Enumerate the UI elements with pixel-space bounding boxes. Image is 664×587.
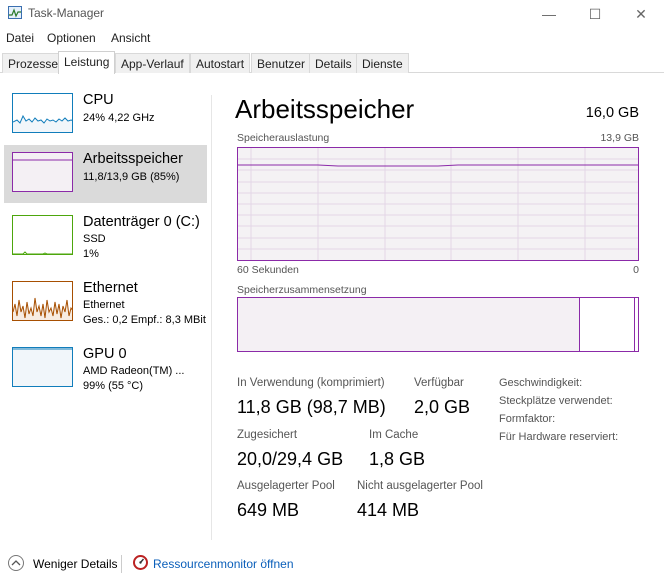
ethernet-title: Ethernet <box>83 280 138 296</box>
footer-divider <box>121 555 122 573</box>
minimize-button[interactable]: — <box>526 0 572 28</box>
chevron-up-icon[interactable] <box>8 555 24 571</box>
menu-datei[interactable]: Datei <box>6 31 34 45</box>
memory-thumbnail-graph <box>12 152 73 192</box>
fewer-details-button[interactable]: Weniger Details <box>33 557 117 571</box>
disk-title: Datenträger 0 (C:) <box>83 214 200 230</box>
title-bar[interactable]: Task-Manager — ☐ ✕ <box>0 0 664 28</box>
tab-benutzer[interactable]: Benutzer <box>251 53 312 73</box>
memory-usage-graph <box>237 147 639 261</box>
memory-summary: 11,8/13,9 GB (85%) <box>83 171 180 183</box>
disk-usage: 1% <box>83 248 99 260</box>
ethernet-adapter: Ethernet <box>83 299 125 311</box>
tab-details[interactable]: Details <box>309 53 358 73</box>
open-resource-monitor-link[interactable]: Ressourcenmonitor öffnen <box>153 557 294 571</box>
sidebar-item-memory[interactable]: Arbeitsspeicher 11,8/13,9 GB (85%) <box>4 145 207 203</box>
graph-time-left: 60 Sekunden <box>237 264 299 276</box>
tab-prozesse[interactable]: Prozesse <box>2 53 65 73</box>
composition-label: Speicherzusammensetzung <box>237 284 367 296</box>
ethernet-throughput: Ges.: 0,2 Empf.: 8,3 MBit <box>83 314 206 326</box>
usage-graph-max: 13,9 GB <box>600 132 639 144</box>
tab-dienste[interactable]: Dienste <box>356 53 409 73</box>
page-title: Arbeitsspeicher <box>235 94 415 124</box>
available-label: Verfügbar <box>414 377 464 389</box>
composition-standby-marker <box>634 298 635 351</box>
spec-hardware-reserved-label: Für Hardware reserviert: <box>499 431 619 443</box>
composition-in-use <box>238 298 580 351</box>
sidebar-item-gpu[interactable]: GPU 0 AMD Radeon(TM) ... 99% (55 °C) <box>4 340 207 398</box>
cpu-title: CPU <box>83 92 114 108</box>
window-title: Task-Manager <box>28 6 105 20</box>
sidebar-item-ethernet[interactable]: Ethernet Ethernet Ges.: 0,2 Empf.: 8,3 M… <box>4 274 207 332</box>
spec-speed-label: Geschwindigkeit: <box>499 377 583 389</box>
sidebar-divider <box>211 95 212 540</box>
gpu-thumbnail-graph <box>12 347 73 387</box>
maximize-button[interactable]: ☐ <box>572 0 618 28</box>
nonpaged-pool-value: 414 MB <box>357 500 420 520</box>
close-button[interactable]: ✕ <box>618 0 664 28</box>
tab-app-verlauf[interactable]: App-Verlauf <box>115 53 190 73</box>
task-manager-icon <box>8 6 22 19</box>
memory-detail-panel: Arbeitsspeicher 16,0 GB Speicherauslastu… <box>235 86 641 546</box>
paged-pool-label: Ausgelagerter Pool <box>237 480 335 492</box>
menu-bar: Datei Optionen Ansicht <box>0 28 664 48</box>
menu-ansicht[interactable]: Ansicht <box>111 31 150 45</box>
committed-value: 20,0/29,4 GB <box>237 449 344 469</box>
spec-form-factor-label: Formfaktor: <box>499 413 556 425</box>
in-use-value: 11,8 GB (98,7 MB) <box>237 397 386 417</box>
tab-autostart[interactable]: Autostart <box>190 53 251 73</box>
tab-leistung[interactable]: Leistung <box>58 51 116 74</box>
menu-optionen[interactable]: Optionen <box>47 31 96 45</box>
sidebar-item-cpu[interactable]: CPU 24% 4,22 GHz <box>4 86 207 144</box>
gpu-model: AMD Radeon(TM) ... <box>83 365 185 377</box>
cached-label: Im Cache <box>369 429 419 441</box>
graph-time-right: 0 <box>633 264 639 276</box>
disk-thumbnail-graph <box>12 215 73 255</box>
resource-monitor-icon[interactable] <box>133 555 148 570</box>
memory-total: 16,0 GB <box>585 105 639 121</box>
paged-pool-value: 649 MB <box>237 500 300 520</box>
sidebar-item-disk[interactable]: Datenträger 0 (C:) SSD 1% <box>4 208 207 266</box>
usage-graph-label: Speicherauslastung <box>237 132 330 144</box>
in-use-label: In Verwendung (komprimiert) <box>237 377 385 389</box>
ethernet-thumbnail-graph <box>12 281 73 321</box>
cached-value: 1,8 GB <box>369 449 426 469</box>
performance-sidebar: CPU 24% 4,22 GHz Arbeitsspeicher 11,8/13… <box>0 86 212 546</box>
footer: Weniger Details Ressourcenmonitor öffnen <box>0 550 664 580</box>
gpu-title: GPU 0 <box>83 346 127 362</box>
nonpaged-pool-label: Nicht ausgelagerter Pool <box>357 480 483 492</box>
committed-label: Zugesichert <box>237 429 298 441</box>
disk-type: SSD <box>83 233 106 245</box>
tab-bar: Prozesse Leistung App-Verlauf Autostart … <box>0 51 664 74</box>
memory-composition-bar <box>237 297 639 352</box>
cpu-thumbnail-graph <box>12 93 73 133</box>
spec-slots-label: Steckplätze verwendet: <box>499 395 613 407</box>
memory-title: Arbeitsspeicher <box>83 151 183 167</box>
memory-usage-line <box>238 164 638 167</box>
gpu-usage: 99% (55 °C) <box>83 380 144 392</box>
available-value: 2,0 GB <box>414 397 471 417</box>
cpu-summary: 24% 4,22 GHz <box>83 112 155 124</box>
